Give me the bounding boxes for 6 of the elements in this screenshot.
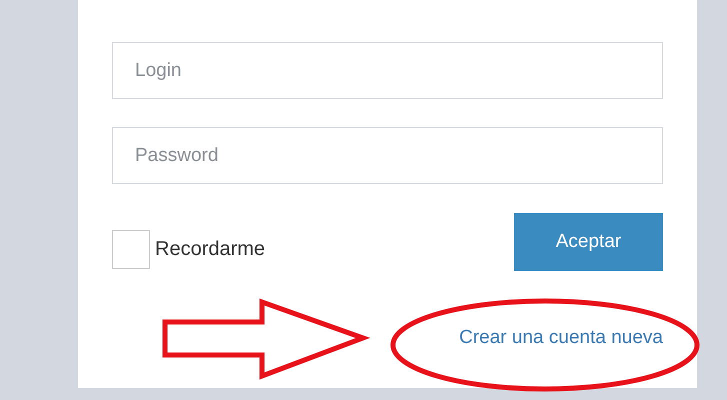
create-account-link[interactable]: Crear una cuenta nueva — [459, 327, 663, 349]
remember-label: Recordarme — [155, 238, 266, 261]
login-field[interactable]: Login — [112, 42, 663, 99]
submit-button[interactable]: Aceptar — [514, 213, 663, 271]
remember-checkbox[interactable] — [112, 230, 150, 269]
password-field[interactable]: Password — [112, 127, 663, 184]
